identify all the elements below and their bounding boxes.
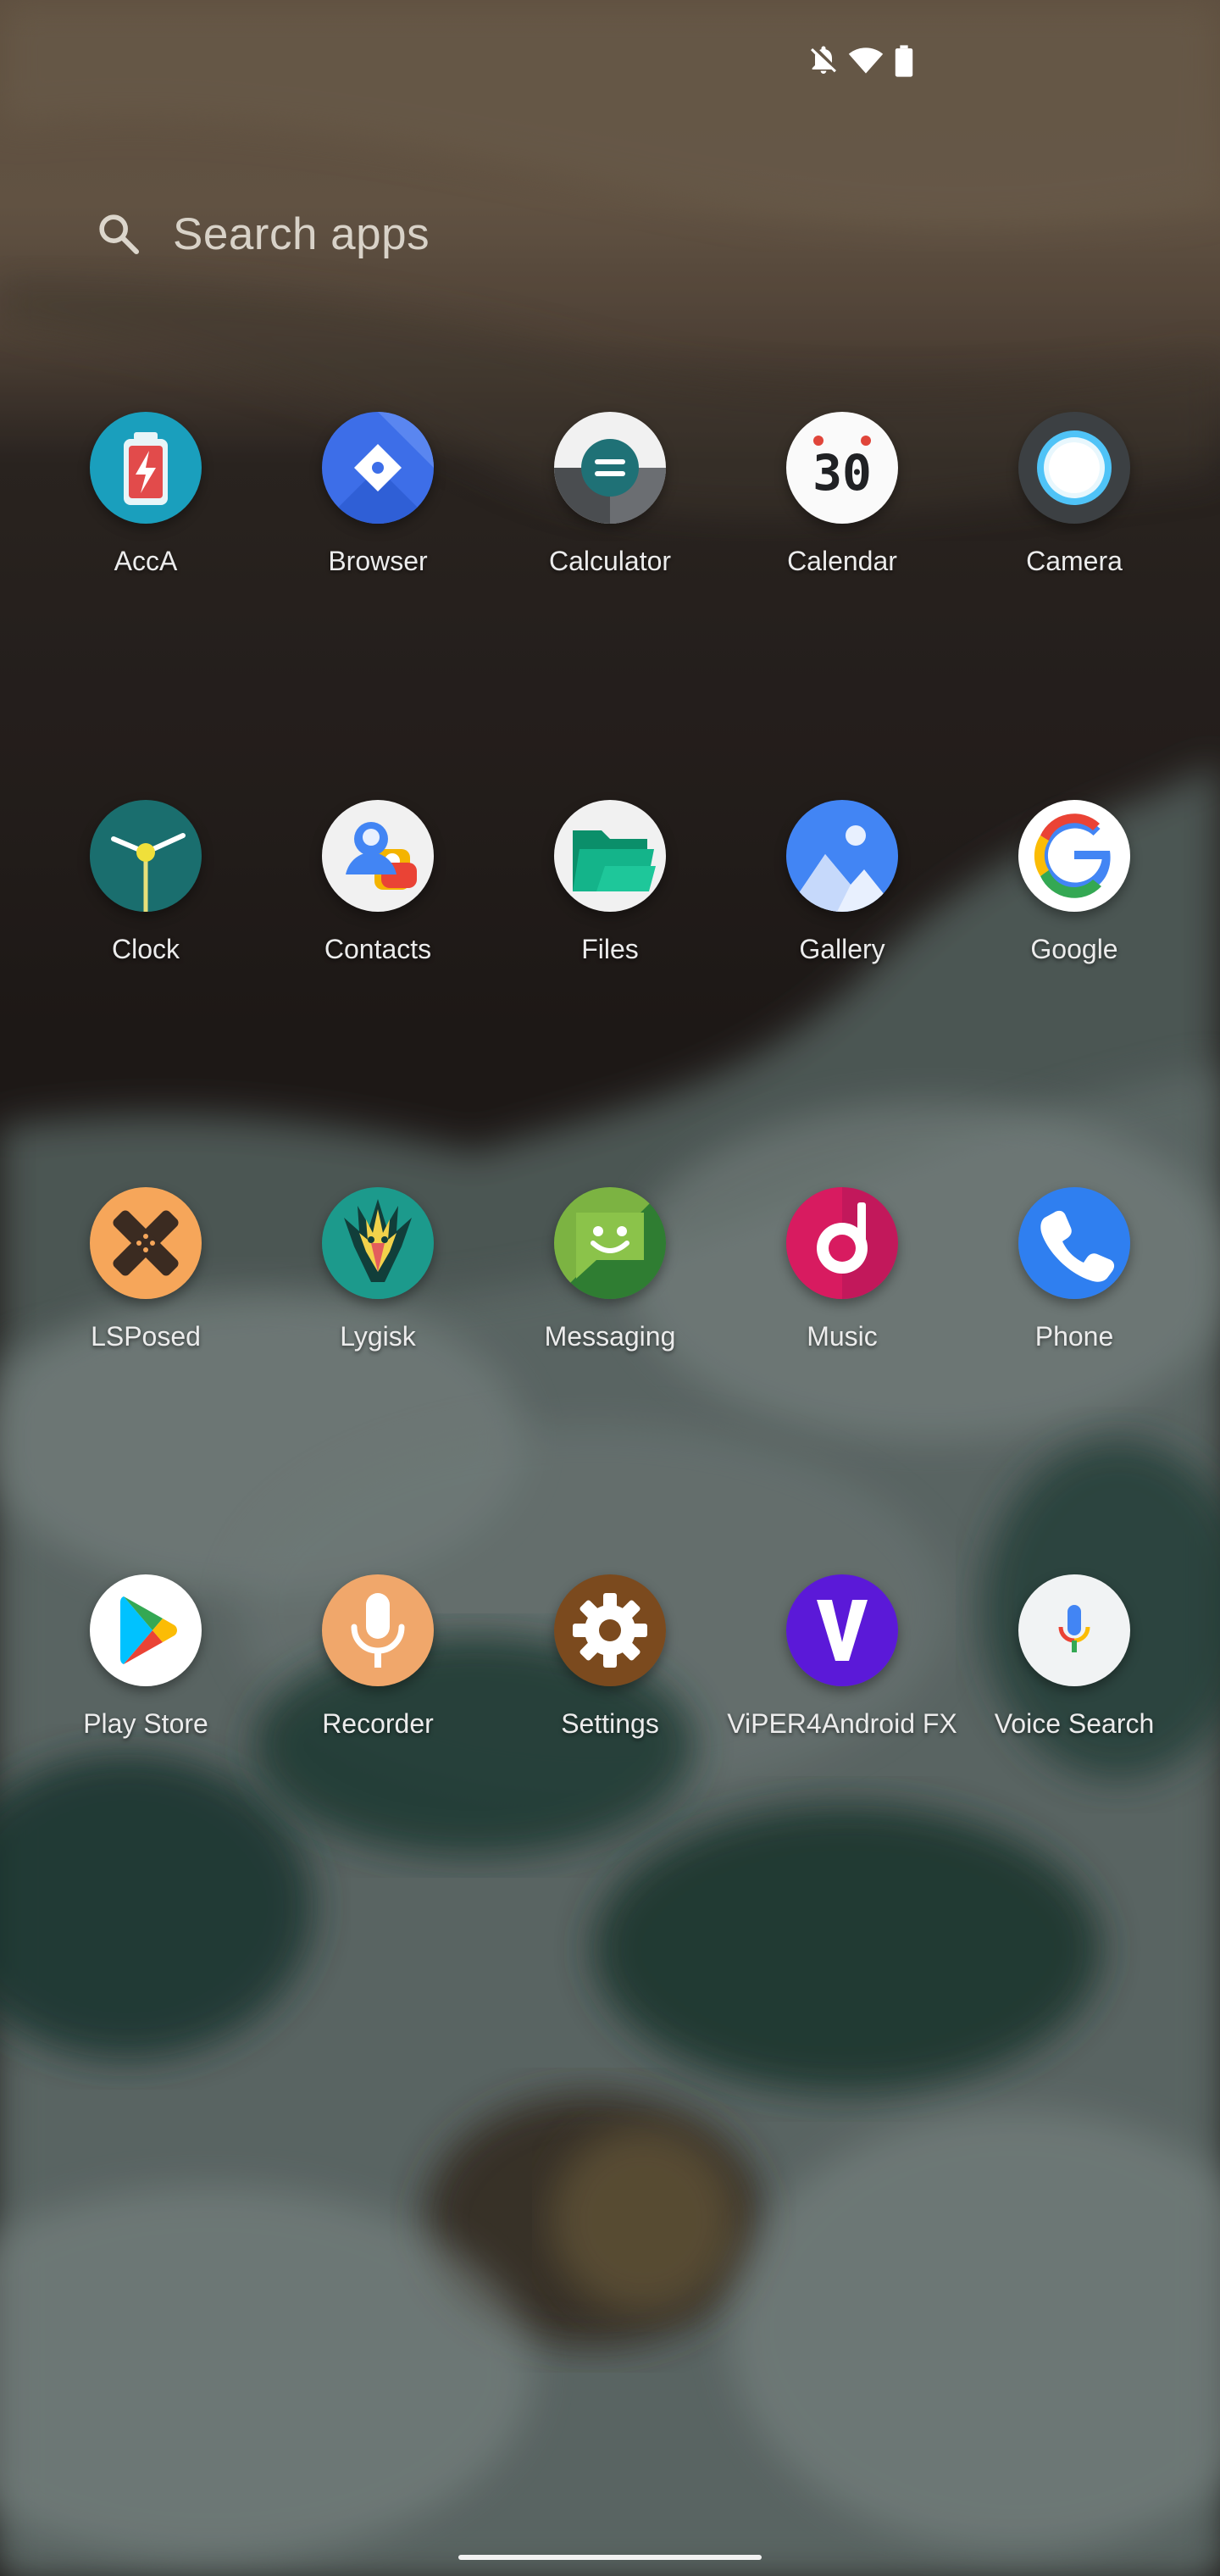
camera-icon	[1018, 412, 1130, 524]
lygisk-icon	[322, 1187, 434, 1299]
search-bar[interactable]: Search apps	[95, 193, 603, 275]
contacts-icon	[322, 800, 434, 912]
calendar-date: 30	[812, 444, 872, 502]
app-lygisk[interactable]: Lygisk	[262, 1187, 494, 1391]
app-play-store[interactable]: Play Store	[30, 1574, 262, 1778]
navigation-handle[interactable]	[458, 2555, 762, 2560]
search-placeholder: Search apps	[173, 208, 430, 259]
app-label: Lygisk	[340, 1321, 416, 1352]
app-label: Music	[807, 1321, 878, 1352]
app-label: Gallery	[799, 934, 885, 964]
voice-search-icon	[1018, 1574, 1130, 1686]
google-icon	[1018, 800, 1130, 912]
app-camera[interactable]: Camera	[958, 412, 1190, 615]
app-messaging[interactable]: Messaging	[494, 1187, 726, 1391]
app-lsposed[interactable]: LSPosed	[30, 1187, 262, 1391]
battery-icon	[895, 45, 913, 77]
lsposed-icon	[90, 1187, 202, 1299]
app-label: Calculator	[548, 546, 672, 576]
phone-icon	[1018, 1187, 1130, 1299]
app-label: Camera	[1026, 546, 1123, 576]
app-settings[interactable]: Settings	[494, 1574, 726, 1778]
calendar-icon: 30	[786, 412, 898, 524]
app-label: Files	[581, 934, 639, 964]
wifi-icon	[848, 47, 884, 74]
app-label: ViPER4Android FX	[727, 1708, 957, 1739]
app-label: Messaging	[544, 1321, 676, 1352]
search-icon	[99, 214, 140, 255]
app-label: Clock	[111, 934, 180, 964]
app-viper4android[interactable]: ViPER4Android FX	[726, 1574, 958, 1778]
app-label: Voice Search	[994, 1708, 1155, 1739]
viper4android-icon	[786, 1574, 898, 1686]
app-label: Google	[1030, 934, 1118, 964]
settings-icon	[554, 1574, 666, 1686]
browser-icon	[322, 412, 434, 524]
app-label: AccA	[114, 546, 178, 576]
app-clock[interactable]: Clock	[30, 800, 262, 1003]
app-calendar[interactable]: 30 Calendar	[726, 412, 958, 615]
app-label: Recorder	[322, 1708, 434, 1739]
app-label: LSPosed	[91, 1321, 201, 1352]
app-voice-search[interactable]: Voice Search	[958, 1574, 1190, 1778]
app-phone[interactable]: Phone	[958, 1187, 1190, 1391]
app-files[interactable]: Files	[494, 800, 726, 1003]
status-bar	[796, 39, 932, 83]
play-store-icon	[90, 1574, 202, 1686]
files-icon	[554, 800, 666, 912]
app-browser[interactable]: Browser	[262, 412, 494, 615]
app-acca[interactable]: AccA	[30, 412, 262, 615]
recorder-icon	[322, 1574, 434, 1686]
app-music[interactable]: Music	[726, 1187, 958, 1391]
notifications-off-icon	[811, 46, 836, 74]
calculator-icon	[554, 412, 666, 524]
app-calculator[interactable]: Calculator	[494, 412, 726, 615]
app-label: Calendar	[787, 546, 897, 576]
app-gallery[interactable]: Gallery	[726, 800, 958, 1003]
app-label: Phone	[1034, 1321, 1114, 1352]
acca-icon	[90, 412, 202, 524]
app-label: Play Store	[83, 1708, 208, 1739]
app-contacts[interactable]: Contacts	[262, 800, 494, 1003]
messaging-icon	[554, 1187, 666, 1299]
app-recorder[interactable]: Recorder	[262, 1574, 494, 1778]
app-label: Settings	[561, 1708, 659, 1739]
app-label: Browser	[328, 546, 428, 576]
clock-icon	[90, 800, 202, 912]
app-label: Contacts	[324, 934, 432, 964]
music-icon	[786, 1187, 898, 1299]
app-google[interactable]: Google	[958, 800, 1190, 1003]
gallery-icon	[786, 800, 898, 912]
